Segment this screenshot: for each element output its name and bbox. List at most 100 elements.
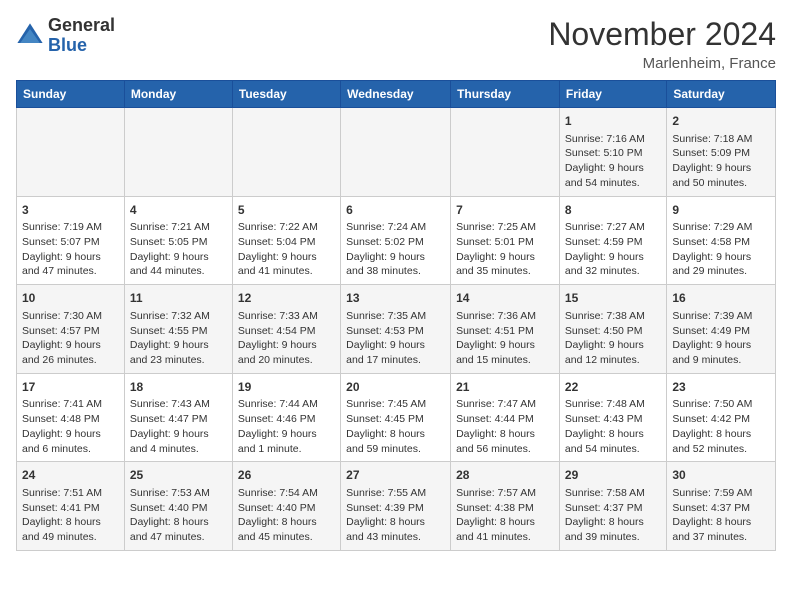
day-number: 30	[672, 467, 770, 484]
calendar-cell: 4Sunrise: 7:21 AM Sunset: 5:05 PM Daylig…	[124, 196, 232, 285]
day-info: Sunrise: 7:48 AM Sunset: 4:43 PM Dayligh…	[565, 397, 661, 456]
day-info: Sunrise: 7:25 AM Sunset: 5:01 PM Dayligh…	[456, 220, 554, 279]
day-info: Sunrise: 7:19 AM Sunset: 5:07 PM Dayligh…	[22, 220, 119, 279]
header-cell-thursday: Thursday	[451, 81, 560, 108]
calendar-week-row: 1Sunrise: 7:16 AM Sunset: 5:10 PM Daylig…	[17, 108, 776, 197]
calendar-table: SundayMondayTuesdayWednesdayThursdayFrid…	[16, 80, 776, 551]
header-cell-saturday: Saturday	[667, 81, 776, 108]
calendar-cell: 3Sunrise: 7:19 AM Sunset: 5:07 PM Daylig…	[17, 196, 125, 285]
day-info: Sunrise: 7:44 AM Sunset: 4:46 PM Dayligh…	[238, 397, 335, 456]
calendar-cell: 7Sunrise: 7:25 AM Sunset: 5:01 PM Daylig…	[451, 196, 560, 285]
calendar-cell: 2 Sunrise: 7:18 AM Sunset: 5:09 PM Daylig…	[667, 108, 776, 197]
day-number: 7	[456, 202, 554, 219]
calendar-cell: 22Sunrise: 7:48 AM Sunset: 4:43 PM Dayli…	[559, 373, 666, 462]
day-info: Sunrise: 7:33 AM Sunset: 4:54 PM Dayligh…	[238, 309, 335, 368]
calendar-week-row: 10 Sunrise: 7:30 AM Sunset: 4:57 PM Dayli…	[17, 285, 776, 374]
day-number: 15	[565, 290, 661, 307]
header-cell-monday: Monday	[124, 81, 232, 108]
day-number: 22	[565, 379, 661, 396]
day-info: Sunrise: 7:50 AM Sunset: 4:42 PM Dayligh…	[672, 397, 770, 456]
header-cell-sunday: Sunday	[17, 81, 125, 108]
day-info: Sunrise: 7:39 AM Sunset: 4:49 PM Dayligh…	[672, 309, 770, 368]
calendar-cell: 21Sunrise: 7:47 AM Sunset: 4:44 PM Dayli…	[451, 373, 560, 462]
calendar-cell: 18Sunrise: 7:43 AM Sunset: 4:47 PM Dayli…	[124, 373, 232, 462]
calendar-cell: 13Sunrise: 7:35 AM Sunset: 4:53 PM Dayli…	[341, 285, 451, 374]
calendar-cell	[341, 108, 451, 197]
title-area: November 2024 Marlenheim, France	[548, 16, 776, 72]
day-info: Sunrise: 7:51 AM Sunset: 4:41 PM Dayligh…	[22, 486, 119, 545]
day-number: 12	[238, 290, 335, 307]
calendar-cell: 5Sunrise: 7:22 AM Sunset: 5:04 PM Daylig…	[232, 196, 340, 285]
calendar-cell: 23Sunrise: 7:50 AM Sunset: 4:42 PM Dayli…	[667, 373, 776, 462]
calendar-cell	[124, 108, 232, 197]
calendar-cell: 1Sunrise: 7:16 AM Sunset: 5:10 PM Daylig…	[559, 108, 666, 197]
day-info: Sunrise: 7:30 AM Sunset: 4:57 PM Dayligh…	[22, 309, 119, 368]
calendar-week-row: 24 Sunrise: 7:51 AM Sunset: 4:41 PM Dayli…	[17, 462, 776, 551]
day-number: 10	[22, 290, 119, 307]
day-info: Sunrise: 7:43 AM Sunset: 4:47 PM Dayligh…	[130, 397, 227, 456]
calendar-cell: 24 Sunrise: 7:51 AM Sunset: 4:41 PM Dayli…	[17, 462, 125, 551]
logo-icon	[16, 22, 44, 50]
day-info: Sunrise: 7:55 AM Sunset: 4:39 PM Dayligh…	[346, 486, 445, 545]
day-number: 11	[130, 290, 227, 307]
calendar-cell: 6Sunrise: 7:24 AM Sunset: 5:02 PM Daylig…	[341, 196, 451, 285]
day-number: 17	[22, 379, 119, 396]
day-info: Sunrise: 7:45 AM Sunset: 4:45 PM Dayligh…	[346, 397, 445, 456]
header: General Blue November 2024 Marlenheim, F…	[16, 16, 776, 72]
calendar-cell: 27 Sunrise: 7:55 AM Sunset: 4:39 PM Dayli…	[341, 462, 451, 551]
day-number: 26	[238, 467, 335, 484]
day-number: 13	[346, 290, 445, 307]
calendar-cell	[17, 108, 125, 197]
day-info: Sunrise: 7:32 AM Sunset: 4:55 PM Dayligh…	[130, 309, 227, 368]
day-info: Sunrise: 7:54 AM Sunset: 4:40 PM Dayligh…	[238, 486, 335, 545]
day-info: Sunrise: 7:18 AM Sunset: 5:09 PM Dayligh…	[672, 132, 770, 191]
day-info: Sunrise: 7:22 AM Sunset: 5:04 PM Dayligh…	[238, 220, 335, 279]
calendar-cell: 17Sunrise: 7:41 AM Sunset: 4:48 PM Dayli…	[17, 373, 125, 462]
day-info: Sunrise: 7:57 AM Sunset: 4:38 PM Dayligh…	[456, 486, 554, 545]
day-info: Sunrise: 7:53 AM Sunset: 4:40 PM Dayligh…	[130, 486, 227, 545]
day-info: Sunrise: 7:29 AM Sunset: 4:58 PM Dayligh…	[672, 220, 770, 279]
logo-general: General	[48, 15, 115, 35]
day-info: Sunrise: 7:16 AM Sunset: 5:10 PM Dayligh…	[565, 132, 661, 191]
logo: General Blue	[16, 16, 115, 56]
day-number: 24	[22, 467, 119, 484]
day-info: Sunrise: 7:58 AM Sunset: 4:37 PM Dayligh…	[565, 486, 661, 545]
month-title: November 2024	[548, 16, 776, 53]
day-number: 5	[238, 202, 335, 219]
day-number: 19	[238, 379, 335, 396]
calendar-cell: 30 Sunrise: 7:59 AM Sunset: 4:37 PM Dayli…	[667, 462, 776, 551]
day-info: Sunrise: 7:47 AM Sunset: 4:44 PM Dayligh…	[456, 397, 554, 456]
day-number: 29	[565, 467, 661, 484]
day-number: 27	[346, 467, 445, 484]
day-number: 6	[346, 202, 445, 219]
day-number: 4	[130, 202, 227, 219]
day-info: Sunrise: 7:27 AM Sunset: 4:59 PM Dayligh…	[565, 220, 661, 279]
day-number: 25	[130, 467, 227, 484]
header-cell-tuesday: Tuesday	[232, 81, 340, 108]
calendar-cell: 25 Sunrise: 7:53 AM Sunset: 4:40 PM Dayli…	[124, 462, 232, 551]
day-number: 9	[672, 202, 770, 219]
calendar-cell: 19Sunrise: 7:44 AM Sunset: 4:46 PM Dayli…	[232, 373, 340, 462]
calendar-cell: 12 Sunrise: 7:33 AM Sunset: 4:54 PM Dayli…	[232, 285, 340, 374]
day-number: 8	[565, 202, 661, 219]
header-cell-wednesday: Wednesday	[341, 81, 451, 108]
header-cell-friday: Friday	[559, 81, 666, 108]
day-info: Sunrise: 7:59 AM Sunset: 4:37 PM Dayligh…	[672, 486, 770, 545]
calendar-cell: 8Sunrise: 7:27 AM Sunset: 4:59 PM Daylig…	[559, 196, 666, 285]
day-number: 18	[130, 379, 227, 396]
calendar-cell: 14Sunrise: 7:36 AM Sunset: 4:51 PM Dayli…	[451, 285, 560, 374]
calendar-cell: 9Sunrise: 7:29 AM Sunset: 4:58 PM Daylig…	[667, 196, 776, 285]
day-info: Sunrise: 7:36 AM Sunset: 4:51 PM Dayligh…	[456, 309, 554, 368]
calendar-cell: 28Sunrise: 7:57 AM Sunset: 4:38 PM Dayli…	[451, 462, 560, 551]
calendar-cell: 11 Sunrise: 7:32 AM Sunset: 4:55 PM Dayli…	[124, 285, 232, 374]
calendar-cell: 10 Sunrise: 7:30 AM Sunset: 4:57 PM Dayli…	[17, 285, 125, 374]
logo-blue: Blue	[48, 35, 87, 55]
day-number: 2	[672, 113, 770, 130]
calendar-cell: 29 Sunrise: 7:58 AM Sunset: 4:37 PM Dayli…	[559, 462, 666, 551]
calendar-cell: 15Sunrise: 7:38 AM Sunset: 4:50 PM Dayli…	[559, 285, 666, 374]
calendar-week-row: 17Sunrise: 7:41 AM Sunset: 4:48 PM Dayli…	[17, 373, 776, 462]
calendar-cell: 20Sunrise: 7:45 AM Sunset: 4:45 PM Dayli…	[341, 373, 451, 462]
day-number: 21	[456, 379, 554, 396]
calendar-header-row: SundayMondayTuesdayWednesdayThursdayFrid…	[17, 81, 776, 108]
location: Marlenheim, France	[548, 55, 776, 72]
